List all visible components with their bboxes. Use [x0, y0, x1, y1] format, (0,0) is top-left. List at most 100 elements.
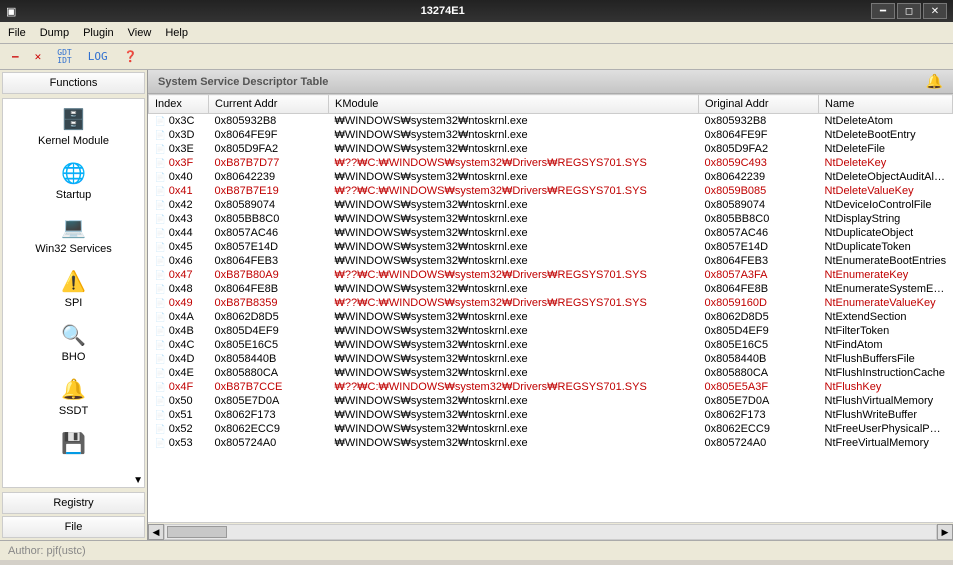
help-icon[interactable]: ❓ [120, 48, 142, 65]
sidebar: Functions 🗄️Kernel Module🌐Startup💻Win32 … [0, 70, 148, 540]
table-cell: 0x805BB8C0 [209, 212, 329, 226]
sidebar-item-icon: 💻 [60, 213, 88, 241]
table-cell: 0x805880CA [699, 366, 819, 380]
sidebar-list[interactable]: 🗄️Kernel Module🌐Startup💻Win32 Services⚠️… [2, 98, 145, 488]
table-cell: ₩WINDOWS₩system32₩ntoskrnl.exe [329, 324, 699, 338]
table-row[interactable]: 0x530x805724A0₩WINDOWS₩system32₩ntoskrnl… [149, 436, 953, 450]
sidebar-footer-registry[interactable]: Registry [2, 492, 145, 514]
window-title: 13274E1 [16, 5, 869, 17]
sidebar-item-bho[interactable]: 🔍BHO [3, 315, 144, 369]
table-row[interactable]: 0x420x80589074₩WINDOWS₩system32₩ntoskrnl… [149, 198, 953, 212]
table-cell: 0x8062D8D5 [209, 310, 329, 324]
table-cell: NtFlushWriteBuffer [819, 408, 953, 422]
table-row[interactable]: 0x3F0xB87B7D77₩??₩C:₩WINDOWS₩system32₩Dr… [149, 156, 953, 170]
sidebar-item-kernel-module[interactable]: 🗄️Kernel Module [3, 99, 144, 153]
scroll-down-icon[interactable]: ▼ [133, 475, 143, 486]
scrollbar-thumb[interactable] [167, 526, 227, 538]
table-cell: ₩WINDOWS₩system32₩ntoskrnl.exe [329, 128, 699, 142]
table-row[interactable]: 0x3C0x805932B8₩WINDOWS₩system32₩ntoskrnl… [149, 114, 953, 129]
scroll-left-icon[interactable]: ◀ [148, 524, 164, 540]
menu-view[interactable]: View [128, 27, 152, 39]
table-row[interactable]: 0x4E0x805880CA₩WINDOWS₩system32₩ntoskrnl… [149, 366, 953, 380]
column-header[interactable]: Original Addr [699, 95, 819, 114]
table-row[interactable]: 0x430x805BB8C0₩WINDOWS₩system32₩ntoskrnl… [149, 212, 953, 226]
table-cell: 0x8059B085 [699, 184, 819, 198]
column-header[interactable]: Name [819, 95, 953, 114]
menu-file[interactable]: File [8, 27, 26, 39]
table-cell: ₩WINDOWS₩system32₩ntoskrnl.exe [329, 338, 699, 352]
table-row[interactable]: 0x520x8062ECC9₩WINDOWS₩system32₩ntoskrnl… [149, 422, 953, 436]
table-row[interactable]: 0x3D0x8064FE9F₩WINDOWS₩system32₩ntoskrnl… [149, 128, 953, 142]
table-cell: 0x8057E14D [699, 240, 819, 254]
sidebar-item-item6[interactable]: 💾 [3, 423, 144, 465]
bell-icon[interactable]: 🔔 [926, 73, 943, 90]
column-header[interactable]: KModule [329, 95, 699, 114]
table-row[interactable]: 0x440x8057AC46₩WINDOWS₩system32₩ntoskrnl… [149, 226, 953, 240]
table-row[interactable]: 0x4B0x805D4EF9₩WINDOWS₩system32₩ntoskrnl… [149, 324, 953, 338]
table-cell: 0x4E [149, 366, 209, 380]
table-cell: 0x47 [149, 268, 209, 282]
table-cell: 0x4D [149, 352, 209, 366]
table-cell: 0x8058440B [209, 352, 329, 366]
column-header[interactable]: Index [149, 95, 209, 114]
log-button[interactable]: LOG [84, 48, 112, 65]
x-icon[interactable]: ✕ [31, 48, 46, 65]
table-cell: 0x8064FE8B [209, 282, 329, 296]
table-row[interactable]: 0x4D0x8058440B₩WINDOWS₩system32₩ntoskrnl… [149, 352, 953, 366]
table-cell: NtDeviceIoControlFile [819, 198, 953, 212]
table-row[interactable]: 0x510x8062F173₩WINDOWS₩system32₩ntoskrnl… [149, 408, 953, 422]
scrollbar-track[interactable] [164, 524, 937, 540]
table-row[interactable]: 0x500x805E7D0A₩WINDOWS₩system32₩ntoskrnl… [149, 394, 953, 408]
horizontal-scrollbar[interactable]: ◀ ▶ [148, 522, 953, 540]
table-cell: NtExtendSection [819, 310, 953, 324]
table-wrap[interactable]: IndexCurrent AddrKModuleOriginal AddrNam… [148, 94, 953, 522]
table-row[interactable]: 0x490xB87B8359₩??₩C:₩WINDOWS₩system32₩Dr… [149, 296, 953, 310]
gdt-idt-button[interactable]: GDT IDT [53, 47, 75, 67]
table-row[interactable]: 0x480x8064FE8B₩WINDOWS₩system32₩ntoskrnl… [149, 282, 953, 296]
table-row[interactable]: 0x4A0x8062D8D5₩WINDOWS₩system32₩ntoskrnl… [149, 310, 953, 324]
minus-icon[interactable]: — [8, 48, 23, 65]
table-cell: 0x53 [149, 436, 209, 450]
table-cell: ₩??₩C:₩WINDOWS₩system32₩Drivers₩REGSYS70… [329, 268, 699, 282]
table-cell: NtEnumerateValueKey [819, 296, 953, 310]
menu-help[interactable]: Help [165, 27, 188, 39]
table-cell: 0x43 [149, 212, 209, 226]
table-cell: 0x805E5A3F [699, 380, 819, 394]
table-row[interactable]: 0x450x8057E14D₩WINDOWS₩system32₩ntoskrnl… [149, 240, 953, 254]
sidebar-footer-file[interactable]: File [2, 516, 145, 538]
sidebar-item-spi[interactable]: ⚠️SPI [3, 261, 144, 315]
table-cell: 0x80589074 [209, 198, 329, 212]
toolbar: — ✕ GDT IDT LOG ❓ [0, 44, 953, 70]
sidebar-item-win32-services[interactable]: 💻Win32 Services [3, 207, 144, 261]
table-row[interactable]: 0x3E0x805D9FA2₩WINDOWS₩system32₩ntoskrnl… [149, 142, 953, 156]
table-row[interactable]: 0x4C0x805E16C5₩WINDOWS₩system32₩ntoskrnl… [149, 338, 953, 352]
scroll-right-icon[interactable]: ▶ [937, 524, 953, 540]
table-cell: 0x8062F173 [209, 408, 329, 422]
table-cell: ₩WINDOWS₩system32₩ntoskrnl.exe [329, 170, 699, 184]
menu-plugin[interactable]: Plugin [83, 27, 114, 39]
table-cell: ₩WINDOWS₩system32₩ntoskrnl.exe [329, 352, 699, 366]
table-cell: 0x40 [149, 170, 209, 184]
table-cell: NtFlushInstructionCache [819, 366, 953, 380]
table-cell: 0x42 [149, 198, 209, 212]
sidebar-item-startup[interactable]: 🌐Startup [3, 153, 144, 207]
maximize-button[interactable]: ◻ [897, 3, 921, 19]
menu-dump[interactable]: Dump [40, 27, 69, 39]
table-cell: 0x805724A0 [209, 436, 329, 450]
column-header[interactable]: Current Addr [209, 95, 329, 114]
table-row[interactable]: 0x470xB87B80A9₩??₩C:₩WINDOWS₩system32₩Dr… [149, 268, 953, 282]
table-cell: 0x52 [149, 422, 209, 436]
table-cell: 0x805BB8C0 [699, 212, 819, 226]
sidebar-header[interactable]: Functions [2, 72, 145, 94]
table-cell: 0xB87B8359 [209, 296, 329, 310]
ssdt-table: IndexCurrent AddrKModuleOriginal AddrNam… [148, 94, 953, 450]
close-button[interactable]: ✕ [923, 3, 947, 19]
minimize-button[interactable]: ━ [871, 3, 895, 19]
table-row[interactable]: 0x4F0xB87B7CCE₩??₩C:₩WINDOWS₩system32₩Dr… [149, 380, 953, 394]
table-row[interactable]: 0x460x8064FEB3₩WINDOWS₩system32₩ntoskrnl… [149, 254, 953, 268]
sidebar-item-ssdt[interactable]: 🔔SSDT [3, 369, 144, 423]
table-row[interactable]: 0x400x80642239₩WINDOWS₩system32₩ntoskrnl… [149, 170, 953, 184]
table-row[interactable]: 0x410xB87B7E19₩??₩C:₩WINDOWS₩system32₩Dr… [149, 184, 953, 198]
table-cell: 0x8058440B [699, 352, 819, 366]
table-cell: 0x4C [149, 338, 209, 352]
